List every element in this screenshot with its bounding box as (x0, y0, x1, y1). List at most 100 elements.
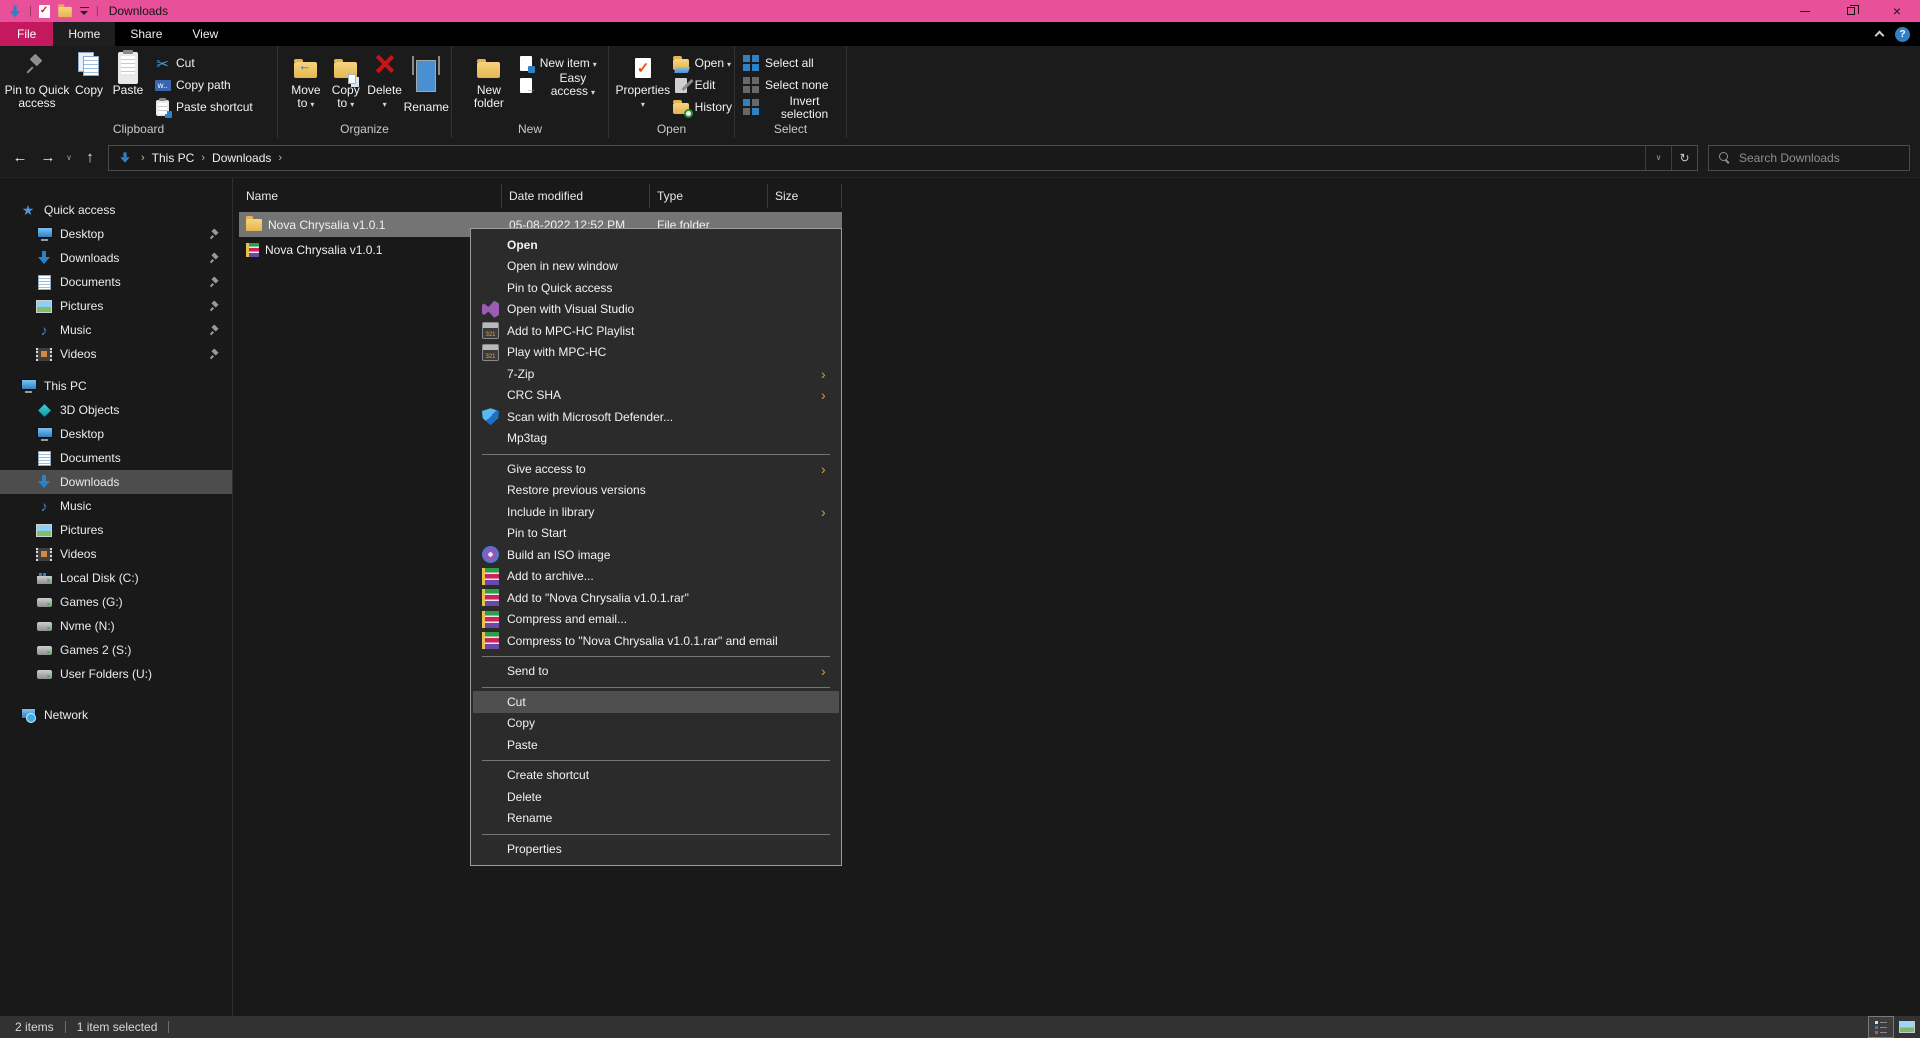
context-menu-item[interactable]: Open with Visual Studio (473, 299, 839, 321)
item-count: 2 items (15, 1020, 54, 1034)
sidebar-item[interactable]: Quick access (0, 198, 232, 222)
breadcrumb-downloads[interactable]: Downloads (205, 151, 278, 165)
sidebar-item[interactable]: Local Disk (C:) (0, 566, 232, 590)
context-menu-item[interactable]: Properties (473, 838, 839, 860)
address-bar[interactable]: This PC Downloads ∨ ↻ (108, 144, 1698, 171)
paste-shortcut-button[interactable]: Paste shortcut (154, 97, 253, 118)
tab-home[interactable]: Home (53, 22, 116, 46)
context-menu-item[interactable]: Compress and email... (473, 609, 839, 631)
sidebar-item[interactable]: 3D Objects (0, 398, 232, 422)
tab-share[interactable]: Share (115, 22, 177, 46)
column-header-name[interactable]: Name (239, 184, 502, 208)
details-view-button[interactable] (1868, 1016, 1894, 1038)
star-icon (20, 202, 36, 218)
refresh-button[interactable]: ↻ (1671, 145, 1697, 170)
restore-button[interactable] (1828, 0, 1874, 22)
sidebar-item[interactable]: Downloads (0, 470, 232, 494)
sidebar-item[interactable]: Music (0, 494, 232, 518)
context-menu-item[interactable]: Paste (473, 734, 839, 756)
new-item-button[interactable]: New item (518, 55, 606, 73)
context-menu-item[interactable]: Build an ISO image (473, 544, 839, 566)
context-menu-item[interactable]: Send to (473, 661, 839, 683)
sidebar-item[interactable]: Music (0, 318, 232, 342)
pin-to-quick-access-button[interactable]: Pin to Quick access (4, 50, 70, 110)
tab-file[interactable]: File (0, 22, 54, 46)
invert-selection-button[interactable]: Invert selection (743, 94, 844, 120)
context-menu-item[interactable]: Pin to Start (473, 523, 839, 545)
search-input[interactable]: Search Downloads (1708, 144, 1910, 171)
paste-button[interactable]: Paste (108, 50, 148, 97)
context-menu-item[interactable]: Create shortcut (473, 765, 839, 787)
context-menu-item[interactable]: Add to archive... (473, 566, 839, 588)
context-menu-item[interactable]: Compress to "Nova Chrysalia v1.0.1.rar" … (473, 630, 839, 652)
column-header-size[interactable]: Size (768, 184, 842, 208)
sidebar-item[interactable]: Pictures (0, 294, 232, 318)
customize-qat-chevron-icon[interactable] (79, 6, 89, 16)
recent-locations-button[interactable]: ∨ (62, 145, 76, 171)
sidebar-item[interactable]: Videos (0, 542, 232, 566)
sidebar-item[interactable]: Downloads (0, 246, 232, 270)
help-icon[interactable]: ? (1895, 26, 1910, 42)
up-button[interactable]: ↑ (76, 145, 104, 171)
minimize-ribbon-icon[interactable] (1874, 30, 1885, 41)
context-menu-item[interactable]: Add to "Nova Chrysalia v1.0.1.rar" (473, 587, 839, 609)
sidebar-item[interactable]: Desktop (0, 222, 232, 246)
sidebar-item[interactable]: Pictures (0, 518, 232, 542)
close-button[interactable]: × (1874, 0, 1920, 22)
thumbnail-view-button[interactable] (1894, 1016, 1920, 1038)
context-menu-item[interactable]: Delete (473, 786, 839, 808)
music-icon (36, 498, 52, 514)
column-header-date-modified[interactable]: Date modified (502, 184, 650, 208)
select-none-button[interactable]: Select none (743, 77, 844, 94)
context-menu-item[interactable]: Open in new window (473, 256, 839, 278)
breadcrumb-this-pc[interactable]: This PC (145, 151, 202, 165)
copy-button[interactable]: Copy (70, 50, 108, 97)
context-menu-item[interactable]: Cut (473, 691, 839, 713)
context-menu-item[interactable]: Copy (473, 713, 839, 735)
context-menu-item[interactable]: Rename (473, 808, 839, 830)
forward-button[interactable]: → (34, 145, 62, 171)
history-button[interactable]: History (673, 99, 732, 118)
context-menu-item[interactable]: Restore previous versions (473, 480, 839, 502)
cut-button[interactable]: Cut (154, 55, 253, 72)
context-menu-item[interactable]: Pin to Quick access (473, 277, 839, 299)
context-menu-item[interactable]: Scan with Microsoft Defender... (473, 406, 839, 428)
sidebar-item[interactable]: User Folders (U:) (0, 662, 232, 686)
address-dropdown-button[interactable]: ∨ (1645, 145, 1671, 170)
properties-button[interactable]: Properties (615, 50, 671, 111)
sidebar-item[interactable]: Nvme (N:) (0, 614, 232, 638)
context-menu-item[interactable]: Mp3tag (473, 428, 839, 450)
context-menu-item[interactable]: Open (473, 234, 839, 256)
move-to-button[interactable]: Move to (286, 50, 326, 111)
sidebar-item[interactable]: Desktop (0, 422, 232, 446)
copy-path-button[interactable]: Copy path (154, 77, 253, 94)
sidebar-item[interactable]: Videos (0, 342, 232, 366)
rename-button[interactable]: Rename (404, 50, 449, 114)
context-menu-item[interactable]: Play with MPC-HC (473, 342, 839, 364)
new-folder-qat-icon[interactable] (58, 4, 72, 18)
delete-button[interactable]: Delete (366, 50, 404, 111)
sidebar-item[interactable]: Documents (0, 270, 232, 294)
properties-qat-icon[interactable] (38, 4, 50, 18)
context-menu-item[interactable]: Add to MPC-HC Playlist (473, 320, 839, 342)
sidebar-item[interactable]: Network (0, 703, 232, 727)
edit-button[interactable]: Edit (673, 77, 732, 94)
back-button[interactable]: ← (6, 145, 34, 171)
select-all-button[interactable]: Select all (743, 55, 844, 72)
context-menu-item[interactable]: Give access to (473, 458, 839, 480)
minimize-button[interactable] (1782, 0, 1828, 22)
context-menu-item[interactable]: Include in library (473, 501, 839, 523)
sidebar-item[interactable]: This PC (0, 374, 232, 398)
context-menu-item[interactable]: 7-Zip (473, 363, 839, 385)
context-menu-item[interactable]: CRC SHA (473, 385, 839, 407)
copy-to-button[interactable]: Copy to (326, 50, 366, 111)
folder-icon (246, 215, 262, 231)
easy-access-button[interactable]: Easy access (518, 72, 606, 98)
open-button[interactable]: Open (673, 55, 732, 73)
tab-view[interactable]: View (177, 22, 233, 46)
sidebar-item[interactable]: Games (G:) (0, 590, 232, 614)
sidebar-item[interactable]: Documents (0, 446, 232, 470)
sidebar-item[interactable]: Games 2 (S:) (0, 638, 232, 662)
column-header-type[interactable]: Type (650, 184, 768, 208)
new-folder-button[interactable]: New folder (466, 50, 512, 110)
